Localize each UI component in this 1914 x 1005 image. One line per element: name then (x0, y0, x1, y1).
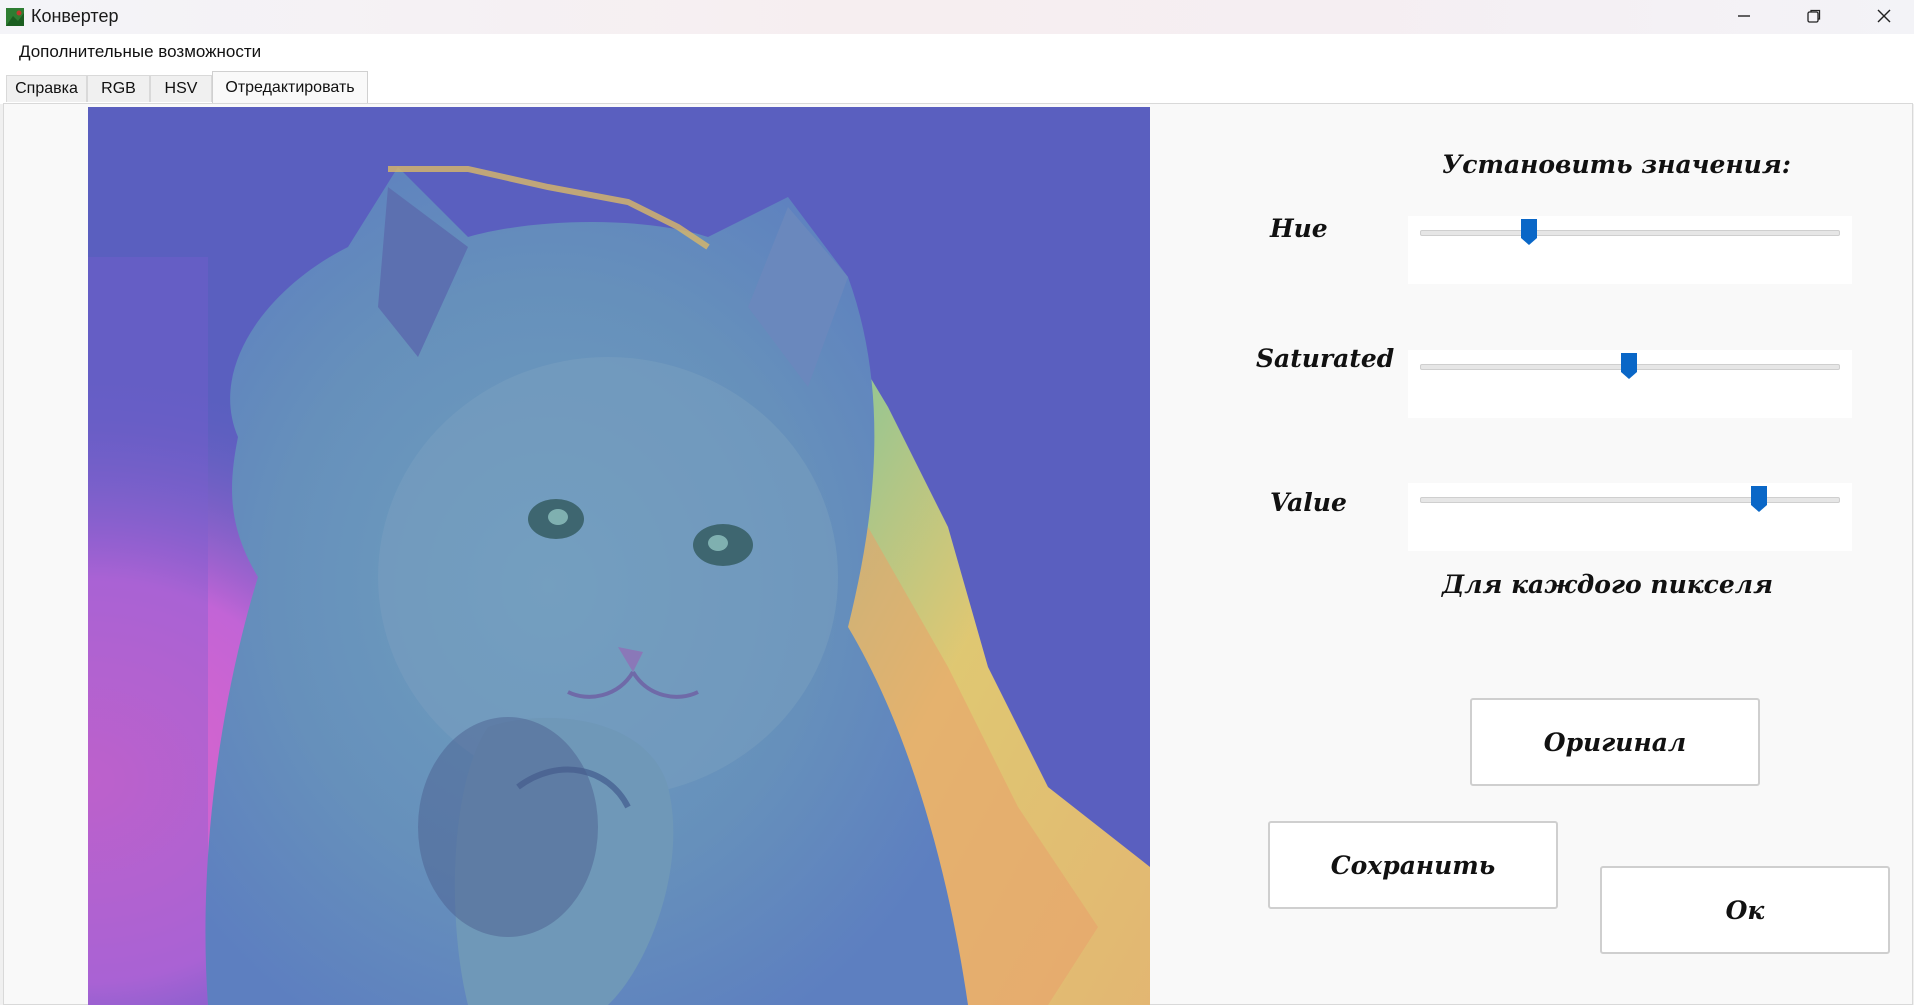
value-label: Value (1270, 488, 1347, 517)
original-button[interactable]: Оригинал (1470, 698, 1760, 786)
value-slider-track[interactable] (1420, 497, 1840, 503)
minimize-button[interactable] (1709, 0, 1779, 32)
window-title: Конвертер (31, 6, 119, 26)
hue-label: Hue (1270, 214, 1328, 243)
tab-edit[interactable]: Отредактировать (212, 71, 368, 104)
app-window: Конвертер Дополнительные возможности Спр… (0, 0, 1914, 1005)
save-button[interactable]: Сохранить (1268, 821, 1558, 909)
restore-button[interactable] (1779, 0, 1849, 32)
minimize-icon (1738, 15, 1750, 17)
tab-hsv[interactable]: HSV (150, 75, 212, 102)
menu-item-extra[interactable]: Дополнительные возможности (19, 42, 261, 62)
menu-bar: Дополнительные возможности (0, 34, 1914, 68)
set-values-title: Установить значения: (1442, 150, 1791, 179)
saturation-slider[interactable] (1408, 350, 1852, 418)
hue-slider-thumb[interactable] (1520, 218, 1538, 246)
close-button[interactable] (1849, 0, 1914, 32)
app-icon (6, 8, 24, 26)
tab-help[interactable]: Справка (6, 75, 87, 102)
value-slider[interactable] (1408, 483, 1852, 551)
ok-button[interactable]: Ок (1600, 866, 1890, 954)
hue-slider[interactable] (1408, 216, 1852, 284)
cat-image (88, 107, 1150, 1005)
tab-rgb[interactable]: RGB (87, 75, 150, 102)
saturation-slider-thumb[interactable] (1620, 352, 1638, 380)
saturation-label: Saturated (1256, 344, 1395, 373)
close-icon (1877, 9, 1891, 23)
per-pixel-label: Для каждого пикселя (1442, 570, 1773, 599)
hue-slider-track[interactable] (1420, 230, 1840, 236)
value-slider-thumb[interactable] (1750, 485, 1768, 513)
restore-icon (1807, 9, 1821, 23)
image-preview (88, 107, 1150, 1005)
title-bar: Конвертер (0, 0, 1914, 34)
